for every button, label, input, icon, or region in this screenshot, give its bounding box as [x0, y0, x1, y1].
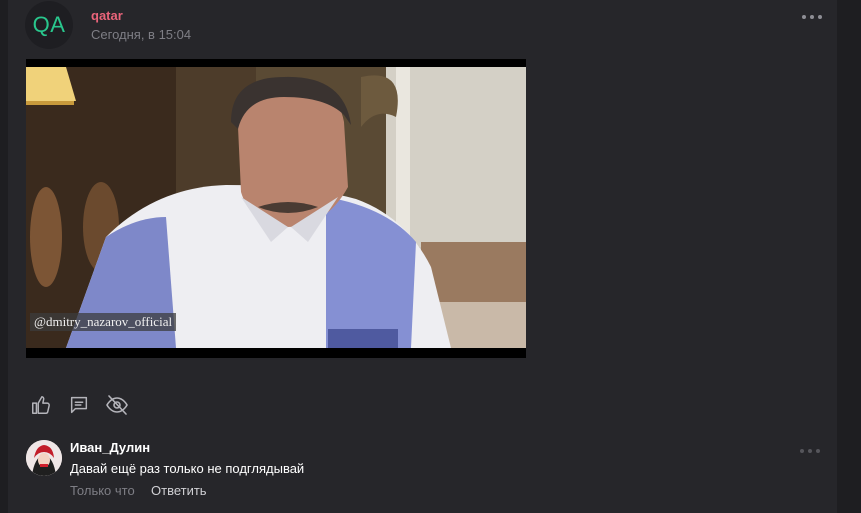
post-author-name[interactable]: qatar [91, 8, 123, 23]
comment-icon [70, 396, 88, 414]
post-more-options-icon[interactable] [802, 13, 822, 21]
video-watermark: @dmitry_nazarov_official [30, 313, 177, 331]
like-button[interactable] [28, 392, 54, 418]
video-frame[interactable]: @dmitry_nazarov_official [26, 67, 526, 348]
commenter-avatar[interactable] [26, 440, 62, 476]
comment-timestamp: Только что [70, 483, 135, 498]
post-card: QA qatar Сегодня, в 15:04 @dmitry_nazaro… [8, 0, 837, 513]
comment-text: Давай ещё раз только не подглядывай [70, 461, 305, 476]
video-player[interactable]: @dmitry_nazarov_official [26, 59, 526, 358]
video-frame-image [26, 67, 526, 348]
page: QA qatar Сегодня, в 15:04 @dmitry_nazaro… [0, 0, 861, 513]
hide-post-button[interactable] [104, 392, 130, 418]
comment-more-options-icon[interactable] [800, 447, 820, 455]
commenter-avatar-image [26, 440, 62, 476]
eye-off-icon [106, 395, 128, 415]
author-avatar[interactable]: QA [25, 1, 73, 49]
post-timestamp: Сегодня, в 15:04 [91, 27, 192, 42]
avatar-initials: QA [32, 12, 66, 37]
post-actions-bar [28, 392, 130, 418]
comment-button[interactable] [66, 392, 92, 418]
commenter-name[interactable]: Иван_Дулин [70, 440, 150, 455]
thumbs-up-icon [32, 396, 50, 414]
reply-button[interactable]: Ответить [151, 483, 207, 498]
